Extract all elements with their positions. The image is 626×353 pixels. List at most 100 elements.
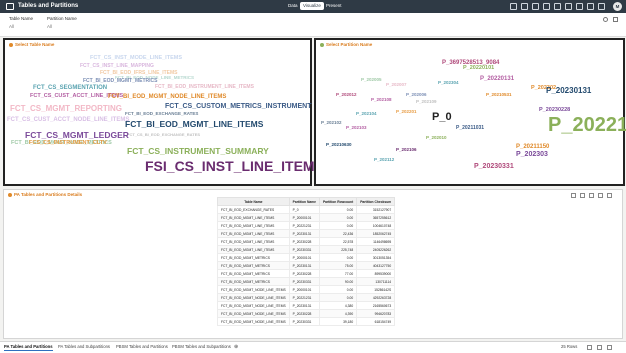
cloud-word[interactable]: FCT_CS_INSTRUMENT_SUMMARY (127, 147, 269, 156)
cloud-word[interactable]: FCT_CS_SEGMENTATION (33, 85, 107, 91)
tab-pbsm-tables-partitions[interactable]: PBSM Tables and Partitions (116, 344, 168, 349)
refresh-icon[interactable] (532, 3, 539, 10)
cloud-word[interactable]: FCT_CS_CUST_ACCT_NODE_LINE_ITEMS (7, 117, 129, 123)
settings-icon[interactable] (598, 3, 605, 10)
cloud-word[interactable]: FCT_BI_EOD_MGMT_NODE_LINE_ITEMS (108, 94, 226, 100)
cloud-word[interactable]: P_20211150 (516, 144, 549, 150)
table-cell: 1852062745 (356, 229, 396, 238)
table-row[interactable]: FCT_BI_EOD_MGMT_LINE_ITEMS P_20230228 22,5… (217, 237, 396, 246)
table-row[interactable]: FCT_BI_EOD_MGMT_NODE_LINE_ITEMS P_2022123… (217, 293, 396, 302)
cloud-word[interactable]: FCT_CS_MGMT_LEDGER (25, 131, 129, 140)
table-row[interactable]: FCT_BI_EOD_MGMT_NODE_LINE_ITEMS P_2023013… (217, 301, 396, 310)
table-cell: 15286142S (356, 285, 396, 294)
grid-view-icon[interactable] (587, 345, 592, 350)
cloud-word[interactable]: P_20210531 (486, 92, 512, 98)
table-cell: 3152127907 (356, 205, 396, 214)
undo-icon[interactable] (510, 3, 517, 10)
cloud-word[interactable]: P_202007 (386, 82, 407, 88)
cloud-word[interactable]: P_20220101 (463, 65, 494, 72)
cloud-word[interactable]: FCS_CS_INSTRUMENT_CLTV (29, 140, 107, 147)
fullscreen-icon[interactable] (589, 193, 594, 198)
sort-icon[interactable] (580, 193, 585, 198)
cloud-word[interactable]: P_20230331 (474, 163, 514, 170)
help-icon[interactable] (576, 3, 583, 10)
more-icon[interactable] (607, 193, 612, 198)
export-icon[interactable] (543, 3, 550, 10)
cloud-word[interactable]: FCT_CS_BI_EOD_EXCHANGE_RATES (127, 133, 200, 137)
cloud-word[interactable]: FCT_CS_INST_MODE_LINE_ITEMS (90, 55, 182, 62)
cloud-word[interactable]: P_20230131 (546, 87, 591, 95)
cloud-word[interactable]: P_202201 (396, 109, 417, 115)
cloud-word[interactable]: FSI_CS_INST_LINE_ITEMS (145, 159, 324, 173)
mode-data[interactable]: Data (285, 2, 301, 10)
cloud-word[interactable]: FCT_BI_EOD_INSTRUMENT_LINE_ITEMS (155, 85, 254, 90)
filter-partition-name[interactable]: Partition Name All (47, 16, 77, 29)
cloud-word[interactable]: FCT_BI_EOD_MGMT_LINE_ITEMS (125, 120, 263, 129)
settings-icon[interactable] (598, 193, 603, 198)
cloud-word[interactable]: P_202304 (438, 80, 459, 86)
cloud-word[interactable]: P_20211031 (456, 126, 484, 131)
cloud-word[interactable]: FCT_CS_INST_LINE_MAPPING (80, 64, 154, 69)
table-row[interactable]: FCT_BI_EOD_MGMT_NODE_LINE_ITEMS P_2023022… (217, 309, 396, 318)
cloud-word[interactable]: P_202108 (371, 97, 392, 103)
cloud-word[interactable]: P_202104 (356, 111, 377, 117)
list-view-icon[interactable] (597, 345, 602, 350)
redo-icon[interactable] (521, 3, 528, 10)
table-row[interactable]: FCT_BI_EOD_MGMT_LINE_ITEMS P_20000101 0.00… (217, 213, 396, 222)
cloud-word[interactable]: P_202106 (396, 147, 417, 153)
column-header[interactable]: Partition Name (288, 197, 320, 206)
table-cell: FCT_BI_EOD_MGMT_METRICS (217, 253, 290, 262)
cloud-word[interactable]: FCT_CS_CUSTOM_METRICS_INSTRUMENT (165, 103, 312, 110)
table-row[interactable]: FCT_BI_EOD_MGMT_NODE_LINE_ITEMS P_2023033… (217, 317, 396, 326)
cloud-word[interactable]: P_20221231 (548, 115, 626, 135)
cloud-word[interactable]: P_202012 (336, 92, 357, 98)
mode-visualize[interactable]: Visualize (300, 2, 324, 10)
table-row[interactable]: FCT_BI_EOD_EXCHANGE_RATES P_0 0.00 31521279… (217, 205, 396, 214)
table-cell: 22,578 (318, 237, 358, 246)
filter-icon[interactable] (571, 193, 576, 198)
table-row[interactable]: FCT_BI_EOD_MGMT_METRICS P_20230331 90.00 13… (217, 277, 396, 286)
table-row[interactable]: FCT_BI_EOD_MGMT_LINE_ITEMS P_20221231 0.00… (217, 221, 396, 230)
cloud-word[interactable]: P_202112 (374, 157, 394, 163)
cloud-word[interactable]: P_202006 (406, 92, 427, 98)
filter-value[interactable]: All (9, 24, 33, 29)
table-row[interactable]: FCT_BI_EOD_MGMT_METRICS P_20000101 0.00 301… (217, 253, 396, 262)
info-icon[interactable] (603, 17, 608, 22)
cloud-word[interactable]: P_20210630 (326, 142, 352, 148)
cloud-word[interactable]: P_202109 (416, 99, 437, 105)
column-header[interactable]: Partition Rowcount (318, 197, 358, 206)
filter-label: Table Name (9, 16, 34, 21)
cloud-word[interactable]: P_202102 (321, 120, 342, 126)
table-row[interactable]: FCT_BI_EOD_MGMT_NODE_LINE_ITEMS P_2000010… (217, 285, 396, 294)
share-icon[interactable] (565, 3, 572, 10)
panel-title: Select Partition Name (320, 42, 372, 47)
tab-pa-tables-subpartitions[interactable]: PA Tables and Subpartitions (58, 344, 110, 349)
cloud-word[interactable]: FCT_BI_EOD_EXCHANGE_RATES (125, 111, 198, 117)
table-row[interactable]: FCT_BI_EOD_MGMT_LINE_ITEMS P_20230131 22,4… (217, 229, 396, 238)
fit-icon[interactable] (607, 345, 612, 350)
cloud-word[interactable]: P_202010 (426, 135, 447, 141)
table-row[interactable]: FCT_BI_EOD_MGMT_METRICS P_20230131 75.00 40… (217, 261, 396, 270)
more-icon[interactable] (587, 3, 594, 10)
cloud-word[interactable]: P_20230228 (539, 107, 570, 114)
filter-table-name[interactable]: Table Name All (9, 16, 33, 29)
cloud-word[interactable]: P_20220131 (480, 76, 514, 82)
tab-pbsm-tables-subpartitions[interactable]: PBSM Tables and Subpartitions (172, 344, 231, 349)
avatar[interactable]: M (613, 2, 622, 11)
cloud-word[interactable]: FCT_BI_EOD_MGMT_METRICS (83, 79, 157, 84)
column-header[interactable]: Table Name (217, 197, 290, 206)
cloud-word[interactable]: FCT_CS_MGMT_REPORTING (10, 105, 122, 113)
cloud-word[interactable]: P_0 (432, 112, 452, 123)
mode-present[interactable]: Present (323, 2, 345, 10)
tab-pa-tables-partitions[interactable]: PA Tables and Partitions (4, 344, 53, 351)
cloud-word[interactable]: P_202103 (346, 125, 367, 131)
column-header[interactable]: Partition Checksum (356, 197, 396, 206)
filter-menu-icon[interactable] (613, 17, 618, 22)
cloud-word[interactable]: P_202005 (361, 77, 382, 83)
cloud-word[interactable]: P_202303 (516, 151, 548, 158)
save-icon[interactable] (554, 3, 561, 10)
add-canvas-icon[interactable]: ⊕ (234, 344, 238, 350)
filter-value[interactable]: All (47, 24, 77, 29)
table-row[interactable]: FCT_BI_EOD_MGMT_LINE_ITEMS P_20230331 225,… (217, 245, 396, 254)
table-row[interactable]: FCT_BI_EOD_MGMT_METRICS P_20230228 77.00 89… (217, 269, 396, 278)
